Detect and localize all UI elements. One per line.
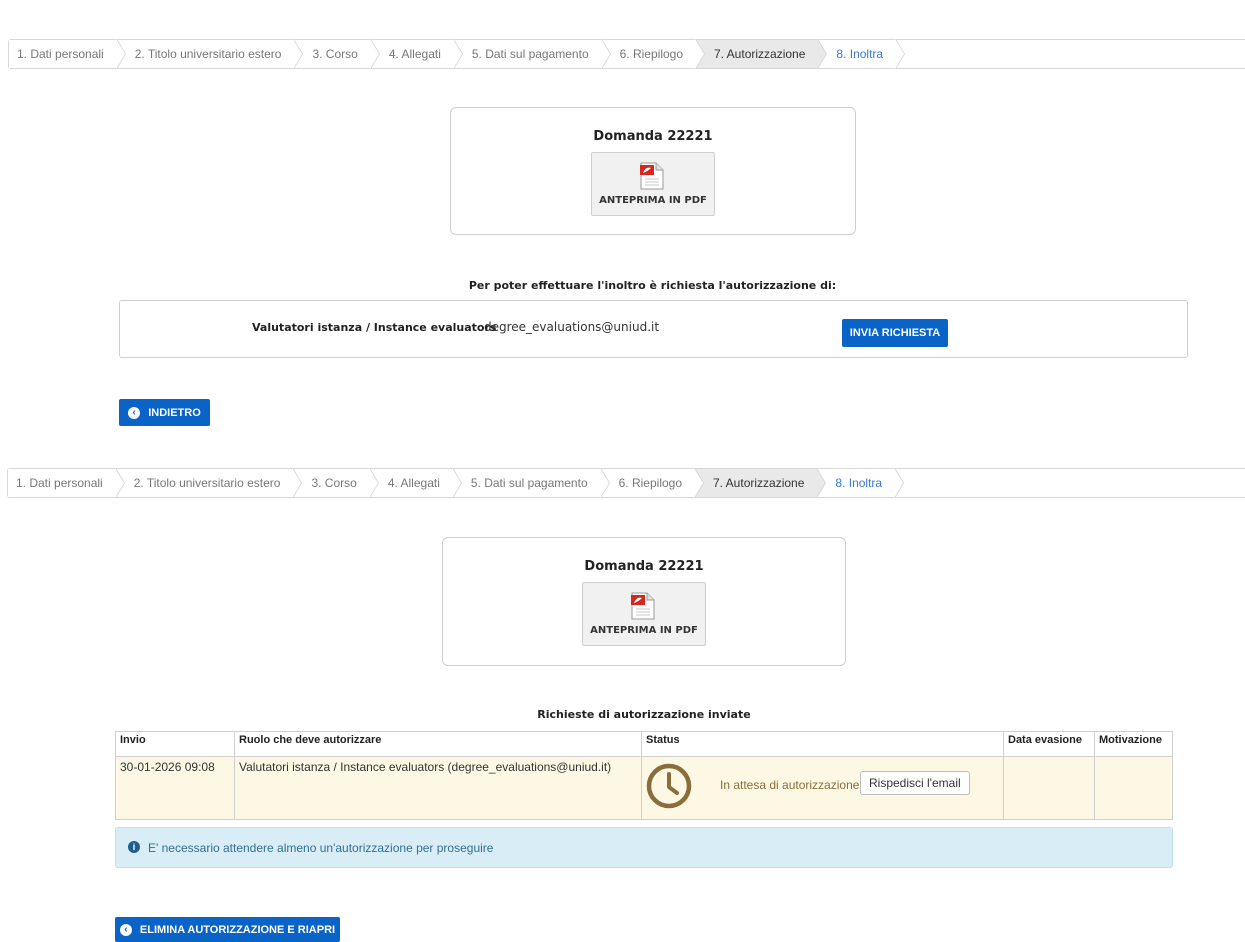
application-card-2: Domanda 22221 ANTEPRIMA IN PDF: [442, 537, 846, 666]
application-title: Domanda 22221: [584, 559, 704, 574]
cropped-link: [12, 0, 312, 6]
step-autorizzazione[interactable]: 7. Autorizzazione: [696, 39, 828, 69]
back-button[interactable]: ‹ INDIETRO: [119, 399, 210, 426]
application-card: Domanda 22221 ANTEPRIMA IN PDF: [450, 107, 856, 235]
step-pagamento[interactable]: 5. Dati sul pagamento: [452, 468, 610, 498]
pdf-preview-button[interactable]: ANTEPRIMA IN PDF: [582, 582, 706, 646]
step-autorizzazione[interactable]: 7. Autorizzazione: [695, 468, 827, 498]
cell-motivazione: [1094, 756, 1173, 820]
requests-table-title: Richieste di autorizzazione inviate: [537, 708, 751, 721]
step-corso[interactable]: 3. Corso: [294, 39, 381, 69]
step-inoltra[interactable]: 8. Inoltra: [817, 468, 904, 498]
step-riepilogo[interactable]: 6. Riepilogo: [601, 39, 706, 69]
col-data-evasione: Data evasione: [1003, 731, 1095, 757]
wizard-steps: 1. Dati personali 2. Titolo universitari…: [8, 39, 1245, 69]
resend-email-button[interactable]: Rispedisci l'email: [860, 771, 970, 795]
step-dati-personali[interactable]: 1. Dati personali: [9, 39, 126, 69]
authorization-notice: Per poter effettuare l'inoltro è richies…: [468, 279, 837, 292]
info-icon: i: [128, 841, 140, 853]
step-titolo-universitario[interactable]: 2. Titolo universitario estero: [116, 39, 304, 69]
step-allegati[interactable]: 4. Allegati: [370, 39, 463, 69]
info-alert: i E' necessario attendere almeno un'auto…: [115, 827, 1173, 868]
evaluator-box: Valutatori istanza / Instance evaluators…: [119, 300, 1188, 358]
col-status: Status: [641, 731, 1004, 757]
pdf-preview-label: ANTEPRIMA IN PDF: [599, 195, 707, 206]
step-inoltra[interactable]: 8. Inoltra: [818, 39, 905, 69]
requests-table: Invio Ruolo che deve autorizzare Status …: [115, 731, 1173, 820]
back-label: INDIETRO: [148, 406, 201, 419]
cell-status: In attesa di autorizzazione Rispedisci l…: [641, 756, 1004, 820]
status-text: In attesa di autorizzazione: [720, 778, 860, 792]
send-request-button[interactable]: INVIA RICHIESTA: [842, 319, 948, 347]
col-ruolo: Ruolo che deve autorizzare: [234, 731, 642, 757]
clock-icon: [646, 763, 692, 809]
arrow-left-icon: ‹: [119, 923, 132, 936]
wizard-steps-2: 1. Dati personali 2. Titolo universitari…: [7, 468, 1245, 498]
step-pagamento[interactable]: 5. Dati sul pagamento: [453, 39, 611, 69]
arrow-left-icon: ‹: [128, 406, 141, 419]
evaluator-email: degree_evaluations@uniud.it: [484, 320, 660, 334]
step-corso[interactable]: 3. Corso: [293, 468, 380, 498]
step-titolo-universitario[interactable]: 2. Titolo universitario estero: [115, 468, 303, 498]
col-invio: Invio: [115, 731, 235, 757]
delete-reopen-label: ELIMINA AUTORIZZAZIONE E RIAPRI: [139, 923, 336, 936]
pdf-file-icon: [640, 162, 664, 190]
step-dati-personali[interactable]: 1. Dati personali: [8, 468, 125, 498]
pdf-file-icon: [631, 592, 655, 620]
cell-data-evasione: [1003, 756, 1095, 820]
info-text: E' necessario attendere almeno un'autori…: [148, 841, 494, 855]
table-row: 30-01-2026 09:08 Valutatori istanza / In…: [115, 756, 1173, 820]
cell-ruolo: Valutatori istanza / Instance evaluators…: [234, 756, 642, 820]
cell-invio: 30-01-2026 09:08: [115, 756, 235, 820]
step-allegati[interactable]: 4. Allegati: [369, 468, 462, 498]
cropped-link-2: [140, 437, 250, 448]
application-title: Domanda 22221: [593, 129, 713, 144]
col-motivazione: Motivazione: [1094, 731, 1173, 757]
evaluator-role: Valutatori istanza / Instance evaluators: [252, 321, 497, 334]
step-riepilogo[interactable]: 6. Riepilogo: [600, 468, 705, 498]
pdf-preview-label: ANTEPRIMA IN PDF: [590, 625, 698, 636]
delete-reopen-button[interactable]: ‹ ELIMINA AUTORIZZAZIONE E RIAPRI: [115, 917, 340, 942]
pdf-preview-button[interactable]: ANTEPRIMA IN PDF: [591, 152, 715, 216]
table-header-row: Invio Ruolo che deve autorizzare Status …: [115, 731, 1173, 757]
